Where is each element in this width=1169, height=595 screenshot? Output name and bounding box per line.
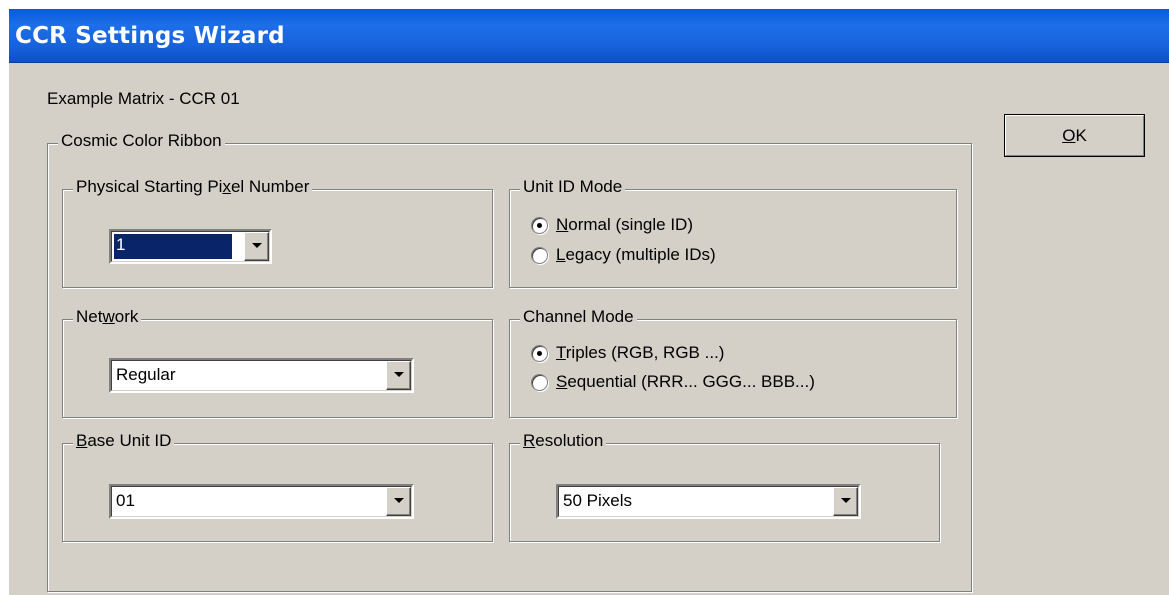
chevron-down-icon	[841, 498, 851, 503]
physical-start-label: Physical Starting Pixel Number	[73, 177, 313, 197]
chevron-down-icon	[394, 372, 404, 377]
radio-button[interactable]	[531, 345, 548, 362]
radio-label-rest: ormal (single ID)	[568, 215, 693, 234]
channel-mode-group	[509, 319, 957, 418]
channel-mode-label: Channel Mode	[520, 307, 637, 327]
ok-button-label: OK	[1005, 126, 1144, 146]
resolution-select[interactable]: 50 Pixels	[556, 484, 861, 519]
radio-selected-dot	[537, 351, 542, 356]
radio-label: Normal (single ID)	[556, 215, 693, 235]
physical-start-dropdown-button[interactable]	[244, 232, 269, 261]
radio-mnemonic: S	[556, 372, 568, 391]
network-dropdown-button[interactable]	[386, 361, 411, 390]
network-mnemonic: w	[102, 307, 115, 326]
resolution-mnemonic: R	[523, 431, 536, 450]
base-unit-label-rest: ase Unit ID	[87, 431, 172, 450]
ccr-settings-dialog: CCR Settings Wizard Example Matrix - CCR…	[9, 9, 1169, 595]
base-unit-id-label: Base Unit ID	[73, 431, 175, 451]
unit-id-mode-group	[509, 189, 957, 288]
radio-button[interactable]	[531, 374, 548, 391]
resolution-value: 50 Pixels	[563, 491, 632, 510]
ok-mnemonic: O	[1062, 126, 1076, 145]
ok-button[interactable]: OK	[1004, 114, 1145, 157]
cosmic-color-ribbon-label: Cosmic Color Ribbon	[58, 131, 225, 151]
title-bar[interactable]: CCR Settings Wizard	[9, 9, 1169, 63]
network-label: Network	[73, 307, 142, 327]
chevron-down-icon	[394, 498, 404, 503]
physical-start-mnemonic: x	[222, 177, 231, 196]
network-select[interactable]: Regular	[109, 358, 414, 393]
ok-label-rest: K	[1075, 126, 1087, 145]
matrix-subtitle: Example Matrix - CCR 01	[47, 89, 240, 108]
base-unit-select-bevel	[111, 486, 412, 517]
radio-selected-dot	[537, 223, 542, 228]
base-unit-dropdown-button[interactable]	[386, 487, 411, 516]
physical-start-selection-highlight	[114, 234, 232, 259]
chevron-down-icon	[252, 243, 262, 248]
physical-start-select[interactable]: 1	[109, 229, 272, 264]
radio-button[interactable]	[531, 247, 548, 264]
resolution-label-rest: esolution	[535, 431, 604, 450]
network-value: Regular	[116, 365, 176, 384]
base-unit-id-value: 01	[116, 491, 135, 510]
radio-label-rest: egacy (multiple IDs)	[565, 245, 716, 264]
base-unit-mnemonic: B	[76, 431, 88, 450]
network-label-post: ork	[114, 307, 139, 326]
radio-label: Triples (RGB, RGB ...)	[556, 343, 724, 363]
resolution-dropdown-button[interactable]	[833, 487, 858, 516]
base-unit-id-select[interactable]: 01	[109, 484, 414, 519]
window-title: CCR Settings Wizard	[15, 23, 285, 49]
physical-start-label-pre: Physical Starting Pi	[76, 177, 223, 196]
radio-mnemonic: N	[556, 215, 569, 234]
unit-id-mode-label: Unit ID Mode	[520, 177, 626, 197]
resolution-label: Resolution	[520, 431, 607, 451]
physical-start-label-post: el Number	[230, 177, 310, 196]
network-label-pre: Net	[76, 307, 103, 326]
radio-label: Sequential (RRR... GGG... BBB...)	[556, 372, 815, 392]
radio-label-rest: riples (RGB, RGB ...)	[565, 343, 725, 362]
physical-start-value: 1	[116, 235, 126, 254]
radio-button[interactable]	[531, 217, 548, 234]
radio-mnemonic: T	[556, 343, 566, 362]
radio-label: Legacy (multiple IDs)	[556, 245, 716, 265]
radio-label-rest: equential (RRR... GGG... BBB...)	[567, 372, 815, 391]
